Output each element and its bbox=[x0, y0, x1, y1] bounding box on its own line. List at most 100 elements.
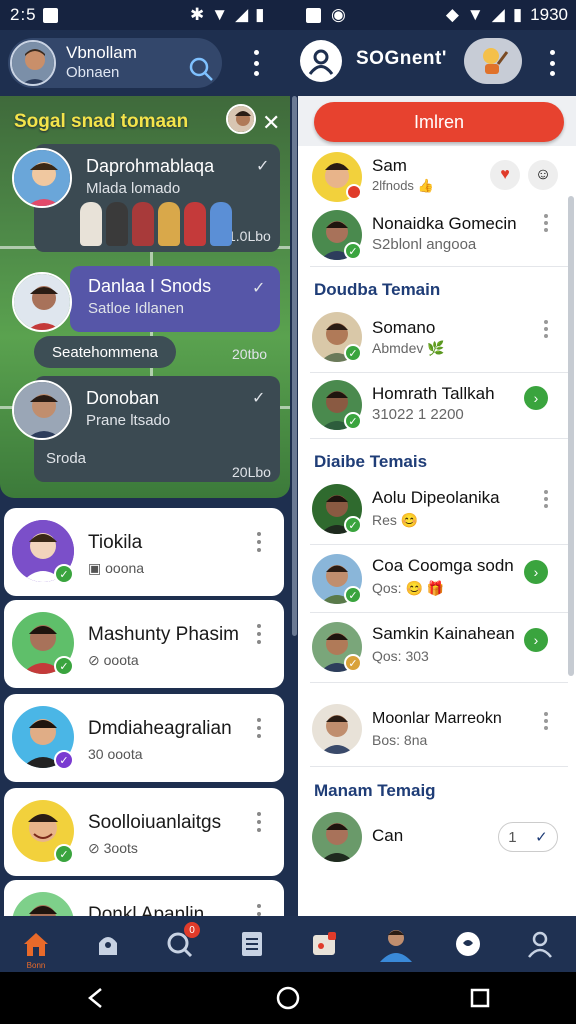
signal-icon-2: ◢ bbox=[491, 5, 505, 24]
contact-name: Donkl Apanlin bbox=[88, 904, 205, 916]
check-circle-icon[interactable]: › bbox=[524, 628, 548, 652]
more-icon[interactable] bbox=[544, 712, 548, 730]
nav-profile-avatar[interactable] bbox=[360, 916, 432, 972]
message-subtitle: Satloe Idlanen bbox=[88, 300, 184, 317]
pill-text: Seatehommena bbox=[52, 343, 158, 361]
signal-icon: ◢ bbox=[235, 5, 249, 24]
contact-row[interactable]: ✓ Somano Abmdev 🌿 bbox=[298, 308, 568, 372]
battery-icon-2: ▮ bbox=[512, 5, 523, 24]
contact-name: Aolu Dipeolanika bbox=[372, 488, 500, 507]
message-time: 1.0Lbo bbox=[228, 228, 271, 244]
profile-search-bar[interactable]: Vbnollam Obnaen bbox=[8, 38, 222, 88]
contact-card[interactable]: Donkl Apanlin bbox=[4, 880, 284, 916]
nav-home[interactable]: Bonn bbox=[0, 916, 72, 972]
vpn-icon: ◆ bbox=[445, 5, 459, 24]
user-avatar-icon bbox=[380, 930, 412, 962]
away-badge-icon: ✓ bbox=[344, 654, 362, 672]
more-icon[interactable] bbox=[256, 812, 262, 832]
featured-message-3[interactable]: Donoban Prane ltsado ✓ Sroda 20Lbo bbox=[34, 376, 280, 482]
check-icon: ✓ bbox=[256, 158, 270, 175]
profile-avatar[interactable] bbox=[10, 40, 56, 86]
contact-row[interactable]: Sam 2lfnods 👍 ♥ ☺ bbox=[298, 148, 568, 208]
more-icon[interactable] bbox=[256, 904, 262, 916]
status-icons-middle: ◉ bbox=[306, 5, 346, 25]
more-icon[interactable] bbox=[544, 490, 548, 508]
nav-documents[interactable] bbox=[216, 916, 288, 972]
contact-avatar bbox=[12, 148, 72, 208]
more-icon[interactable] bbox=[256, 718, 262, 738]
pill-time: 20tbo bbox=[232, 346, 268, 362]
contact-status: Bos: 8na bbox=[372, 732, 428, 748]
nav-chat[interactable] bbox=[432, 916, 504, 972]
more-icon[interactable] bbox=[544, 320, 548, 338]
nav-apps[interactable] bbox=[288, 916, 360, 972]
contact-card[interactable]: ✓ Mashunty Phasim ⊘ ooota bbox=[4, 600, 284, 688]
check-circle-icon[interactable]: › bbox=[524, 386, 548, 410]
wifi-icon: ▼ bbox=[211, 5, 229, 24]
heart-icon[interactable]: ♥ bbox=[490, 160, 520, 190]
profile-name: Vbnollam bbox=[66, 43, 137, 62]
divider bbox=[310, 682, 568, 683]
contact-status: ▣ ooona bbox=[88, 560, 145, 576]
contact-row[interactable]: ✓ Coa Coomga sodn Qos: 😊 🎁 › bbox=[298, 546, 568, 612]
nav-account[interactable] bbox=[504, 916, 576, 972]
close-icon[interactable]: ✕ bbox=[262, 110, 280, 136]
message-title: Daprohmablaqa bbox=[86, 156, 215, 176]
check-icon: ✓ bbox=[535, 829, 548, 846]
featured-chat-card[interactable]: Sogal snad tomaan ✕ Daprohmablaqa Mlada … bbox=[0, 96, 290, 498]
more-icon[interactable] bbox=[256, 532, 262, 552]
message-title: Donoban bbox=[86, 388, 160, 408]
user-icon[interactable] bbox=[300, 40, 342, 82]
check-icon: ✓ bbox=[252, 390, 266, 407]
contact-status-text: 2lfnods bbox=[372, 178, 414, 193]
contact-row[interactable]: ✓ Aolu Dipeolanika Res 😊 bbox=[298, 478, 568, 544]
contact-card[interactable]: ✓ Tiokila ▣ ooona bbox=[4, 508, 284, 596]
contact-status-text: Res bbox=[372, 512, 397, 528]
right-scrollbar[interactable] bbox=[568, 196, 574, 676]
emoji-icon[interactable]: ☺ bbox=[528, 160, 558, 190]
more-icon[interactable] bbox=[256, 624, 262, 644]
contact-row[interactable]: Moonlar Marreokn Bos: 8na bbox=[298, 696, 568, 762]
left-scrollbar[interactable] bbox=[292, 96, 297, 636]
contact-status-text: 3oots bbox=[103, 840, 138, 856]
divider bbox=[310, 766, 568, 767]
contact-status: Qos: 😊 🎁 bbox=[372, 580, 445, 596]
contact-row[interactable]: Can 1 ✓ bbox=[298, 806, 568, 870]
home-circle-icon[interactable] bbox=[275, 985, 301, 1011]
contact-row[interactable]: ✓ Homrath Tallkah 31022 1 2200 › bbox=[298, 374, 568, 438]
contact-status-text: Abmdev bbox=[372, 340, 424, 356]
featured-title: Sogal snad tomaan bbox=[14, 111, 189, 132]
join-button[interactable]: Imlren bbox=[314, 102, 564, 142]
online-badge-icon: ✓ bbox=[344, 344, 362, 362]
contact-card[interactable]: ✓ Dmdiaheagralian 30 ooota bbox=[4, 694, 284, 782]
contact-row[interactable]: ✓ Nonaidka Gomecin S2blonl angooa bbox=[298, 208, 568, 268]
divider bbox=[310, 372, 568, 373]
left-more-icon[interactable] bbox=[253, 50, 259, 76]
nav-search[interactable]: 0 bbox=[144, 916, 216, 972]
check-circle-icon[interactable]: › bbox=[524, 560, 548, 584]
contact-avatar bbox=[12, 892, 74, 916]
contact-name: Dmdiaheagralian bbox=[88, 718, 232, 739]
online-badge-icon: ✓ bbox=[344, 586, 362, 604]
search-icon[interactable] bbox=[188, 56, 214, 82]
right-more-icon[interactable] bbox=[549, 50, 555, 76]
right-header-title: SOGnent' bbox=[356, 48, 447, 69]
featured-message-2[interactable]: Danlaa I Snods Satloe Idlanen ✓ bbox=[70, 266, 280, 332]
back-icon[interactable] bbox=[84, 986, 108, 1010]
notification-icon bbox=[42, 7, 58, 23]
sticker-button[interactable] bbox=[464, 38, 522, 84]
more-icon[interactable] bbox=[544, 214, 548, 232]
contact-status: 31022 1 2200 bbox=[372, 406, 464, 423]
profile-text: Vbnollam Obnaen bbox=[66, 43, 137, 83]
contact-name: Soolloiuanlaitgs bbox=[88, 812, 222, 833]
account-icon bbox=[528, 931, 552, 958]
section-title: Diaibe Temais bbox=[314, 452, 428, 471]
recents-icon[interactable] bbox=[468, 986, 492, 1010]
contact-card[interactable]: ✓ Soolloiuanlaitgs ⊘ 3oots bbox=[4, 788, 284, 876]
chat-icon bbox=[456, 932, 480, 956]
nav-bag[interactable] bbox=[72, 916, 144, 972]
profile-subtitle: Obnaen bbox=[66, 64, 120, 81]
contact-name: Can bbox=[372, 826, 404, 845]
counter-control[interactable]: 1 ✓ bbox=[498, 822, 558, 852]
contact-row[interactable]: ✓ Samkin Kainahean Qos: 303 › bbox=[298, 614, 568, 680]
